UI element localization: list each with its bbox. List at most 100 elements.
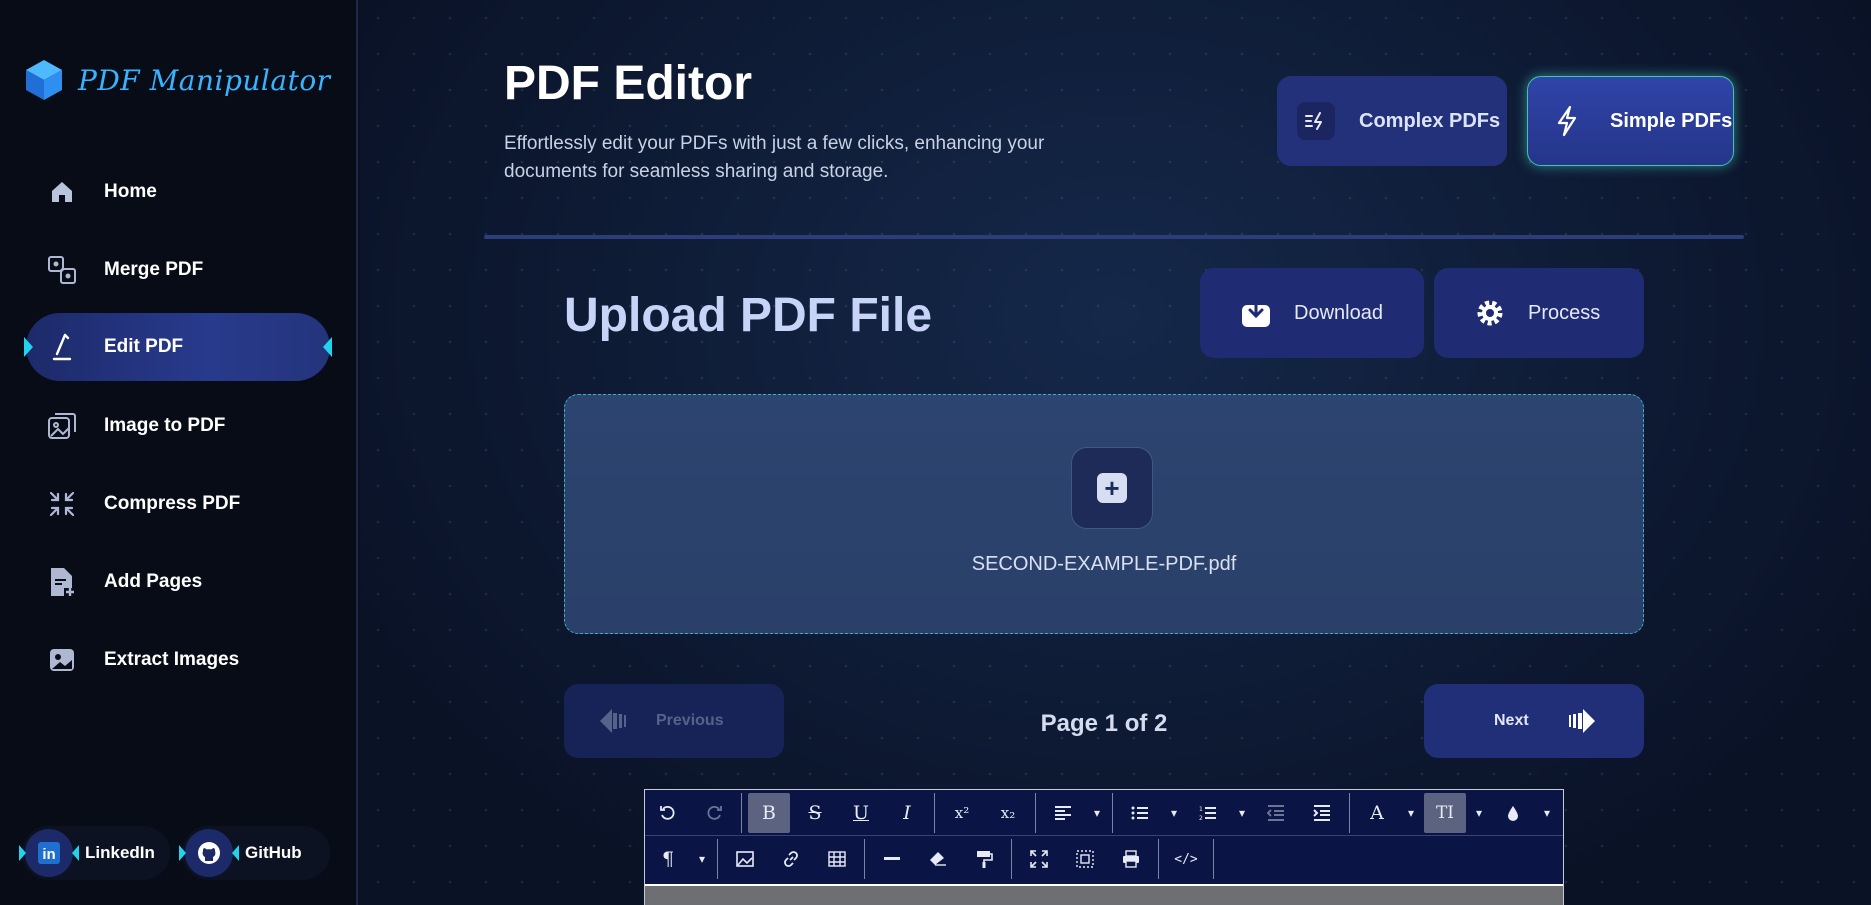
numbered-list-icon[interactable]: 12 xyxy=(1187,793,1229,833)
cube-logo-icon xyxy=(26,60,62,100)
toolbar-separator xyxy=(1035,792,1036,833)
linkedin-label: LinkedIn xyxy=(85,843,155,862)
chevron-down-icon[interactable]: ▾ xyxy=(1086,793,1108,833)
sidebar-item-home[interactable]: Home xyxy=(26,158,330,226)
paragraph-button[interactable]: ¶ xyxy=(647,839,689,879)
select-all-icon[interactable] xyxy=(1064,839,1106,879)
editor-toolbar-row-2: ¶ ▾ </> xyxy=(645,836,1563,882)
toolbar-separator xyxy=(1011,839,1012,879)
sidebar-item-label: Home xyxy=(104,181,157,202)
sidebar-item-label: Edit PDF xyxy=(104,336,184,357)
highlight-icon[interactable] xyxy=(1492,793,1534,833)
chevron-down-icon[interactable]: ▾ xyxy=(1163,793,1185,833)
horizontal-rule-icon[interactable] xyxy=(871,839,913,879)
sidebar-item-label: Compress PDF xyxy=(104,493,241,514)
add-file-button[interactable]: + xyxy=(1071,447,1153,529)
link-icon[interactable] xyxy=(770,839,812,879)
undo-icon[interactable] xyxy=(647,793,689,833)
sidebar-item-merge-pdf[interactable]: Merge PDF xyxy=(26,236,330,304)
bold-button[interactable]: B xyxy=(748,792,790,833)
download-label: Download xyxy=(1294,301,1383,324)
download-button[interactable]: Download xyxy=(1200,268,1424,358)
next-label: Next xyxy=(1494,712,1529,729)
next-button[interactable]: Next xyxy=(1424,684,1644,758)
page-title: PDF Editor xyxy=(504,57,752,110)
toolbar-separator xyxy=(741,792,742,833)
pen-icon xyxy=(46,331,78,363)
chevron-down-icon[interactable]: ▾ xyxy=(1536,793,1558,833)
font-color-button[interactable]: A xyxy=(1356,793,1398,833)
merge-icon xyxy=(46,254,78,286)
print-icon[interactable] xyxy=(1110,839,1152,879)
home-icon xyxy=(46,176,78,208)
sidebar-item-label: Image to PDF xyxy=(104,415,226,436)
images-icon xyxy=(46,410,78,442)
image-insert-icon[interactable] xyxy=(724,839,766,879)
gear-icon xyxy=(1474,297,1506,329)
sidebar-item-label: Add Pages xyxy=(104,571,203,592)
align-icon[interactable] xyxy=(1042,793,1084,833)
github-link[interactable]: GitHub xyxy=(179,826,330,880)
sidebar-item-extract-images[interactable]: Extract Images xyxy=(26,626,330,694)
chevron-down-icon[interactable]: ▾ xyxy=(691,839,713,879)
app-logo[interactable]: PDF Manipulator xyxy=(24,58,331,102)
sidebar: PDF Manipulator Home Merge PDF Edit PDF … xyxy=(0,0,358,905)
subscript-button[interactable]: x₂ xyxy=(987,793,1029,833)
file-plus-icon xyxy=(46,566,78,598)
code-view-button[interactable]: </> xyxy=(1165,839,1207,879)
simple-pdfs-button[interactable]: Simple PDFs xyxy=(1527,76,1734,166)
superscript-button[interactable]: x² xyxy=(941,793,983,833)
chevron-down-icon[interactable]: ▾ xyxy=(1231,793,1253,833)
github-label: GitHub xyxy=(245,843,302,862)
strikethrough-button[interactable]: S xyxy=(794,793,836,833)
redo-icon[interactable] xyxy=(693,793,735,833)
chevron-down-icon[interactable]: ▾ xyxy=(1400,793,1422,833)
file-dropzone[interactable]: + SECOND-EXAMPLE-PDF.pdf xyxy=(564,394,1644,634)
sidebar-item-edit-pdf[interactable]: Edit PDF xyxy=(24,313,332,381)
toolbar-separator xyxy=(1112,792,1113,833)
svg-text:1: 1 xyxy=(1199,806,1203,813)
table-icon[interactable] xyxy=(816,839,858,879)
text-size-button[interactable]: TI xyxy=(1424,792,1466,833)
underline-button[interactable]: U xyxy=(840,793,882,833)
process-button[interactable]: Process xyxy=(1434,268,1644,358)
fullscreen-icon[interactable] xyxy=(1018,839,1060,879)
previous-label: Previous xyxy=(656,712,724,729)
complex-pdfs-label: Complex PDFs xyxy=(1359,109,1501,132)
main-content: PDF Editor Effortlessly edit your PDFs w… xyxy=(360,0,1871,905)
compress-icon xyxy=(46,488,78,520)
complex-pdfs-button[interactable]: Complex PDFs xyxy=(1277,76,1507,166)
arrow-left-icon xyxy=(598,707,630,735)
page-subtitle: Effortlessly edit your PDFs with just a … xyxy=(504,133,1045,182)
bullet-list-icon[interactable] xyxy=(1119,793,1161,833)
toolbar-separator xyxy=(934,792,935,833)
eraser-icon[interactable] xyxy=(917,839,959,879)
sidebar-item-image-to-pdf[interactable]: Image to PDF xyxy=(26,392,330,460)
download-icon xyxy=(1240,297,1272,329)
italic-button[interactable]: I xyxy=(886,793,928,833)
bolt-icon xyxy=(1548,102,1586,140)
bolt-lines-icon xyxy=(1297,102,1335,140)
rich-text-editor[interactable]: B S U I x² x₂ ▾ ▾ 12 ▾ A ▾ TI ▾ ▾ ¶ ▾ </… xyxy=(644,789,1564,905)
toolbar-separator xyxy=(1158,839,1159,879)
sidebar-item-add-pages[interactable]: Add Pages xyxy=(26,548,330,616)
svg-text:in: in xyxy=(42,846,55,863)
image-icon xyxy=(46,644,78,676)
outdent-icon[interactable] xyxy=(1255,793,1297,833)
previous-button[interactable]: Previous xyxy=(564,684,784,758)
linkedin-icon: in xyxy=(19,829,79,877)
editor-content-area[interactable] xyxy=(645,884,1563,905)
sidebar-item-label: Merge PDF xyxy=(104,259,204,280)
arrow-right-icon xyxy=(1565,707,1597,735)
format-painter-icon[interactable] xyxy=(963,839,1005,879)
toolbar-separator xyxy=(717,839,718,879)
page-indicator: Page 1 of 2 xyxy=(1040,710,1168,737)
sidebar-item-compress-pdf[interactable]: Compress PDF xyxy=(26,470,330,538)
toolbar-separator xyxy=(1349,792,1350,833)
indent-icon[interactable] xyxy=(1301,793,1343,833)
sidebar-item-label: Extract Images xyxy=(104,649,240,670)
chevron-down-icon[interactable]: ▾ xyxy=(1468,793,1490,833)
header-divider xyxy=(484,235,1744,239)
linkedin-link[interactable]: in LinkedIn xyxy=(19,826,170,880)
github-icon xyxy=(179,829,239,877)
